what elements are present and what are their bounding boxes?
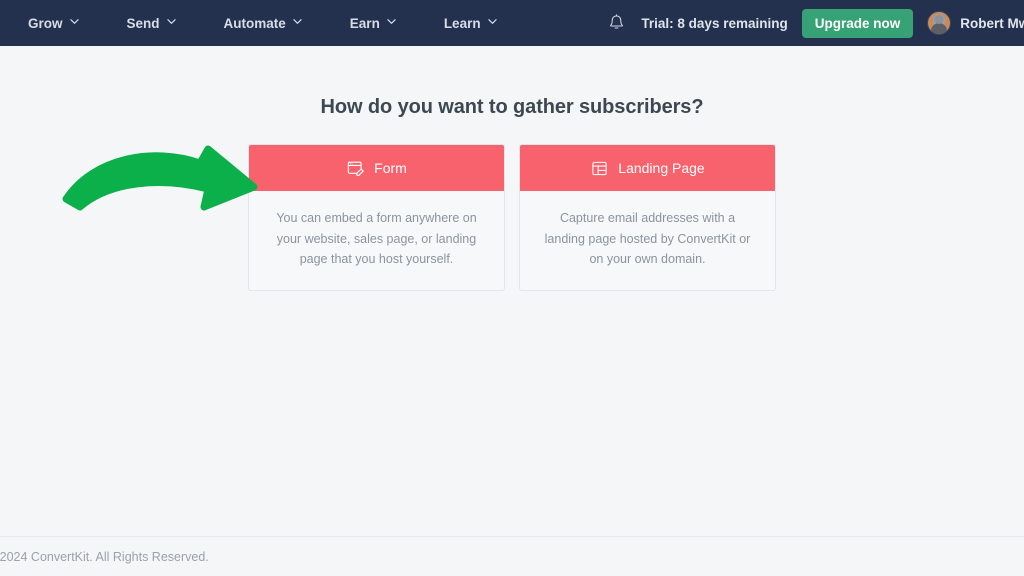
top-navigation-bar: Grow Send Automate Earn Learn Trial: 8 d… xyxy=(0,0,1024,46)
trial-status-text: Trial: 8 days remaining xyxy=(641,15,788,31)
subscriber-method-options: Form You can embed a form anywhere on yo… xyxy=(0,144,1024,291)
chevron-down-icon xyxy=(166,17,176,26)
avatar xyxy=(927,11,952,35)
page-title: How do you want to gather subscribers? xyxy=(320,96,704,118)
option-card-form-description: You can embed a form anywhere on your we… xyxy=(276,211,477,267)
nav-item-label: Grow xyxy=(28,15,63,31)
nav-item-label: Automate xyxy=(223,15,286,31)
nav-item-label: Send xyxy=(126,15,160,31)
form-window-pencil-icon xyxy=(346,159,365,178)
option-card-form[interactable]: Form You can embed a form anywhere on yo… xyxy=(248,144,505,291)
primary-nav-menu: Grow Send Automate Earn Learn xyxy=(0,16,497,31)
option-card-landing-page-header[interactable]: Landing Page xyxy=(520,145,775,191)
option-card-landing-page-description: Capture email addresses with a landing p… xyxy=(544,211,751,267)
nav-item-learn[interactable]: Learn xyxy=(444,16,497,31)
nav-item-label: Earn xyxy=(349,15,380,31)
chevron-down-icon xyxy=(487,17,497,26)
user-menu[interactable]: Robert Mwar xyxy=(927,11,1024,35)
main-content: How do you want to gather subscribers? F… xyxy=(0,46,1024,536)
option-card-form-title: Form xyxy=(374,160,407,176)
chevron-down-icon xyxy=(293,17,302,26)
nav-item-label: Learn xyxy=(443,15,481,31)
option-card-landing-page[interactable]: Landing Page Capture email addresses wit… xyxy=(519,144,776,291)
nav-item-automate[interactable]: Automate xyxy=(224,16,302,31)
upgrade-now-button[interactable]: Upgrade now xyxy=(801,8,914,38)
user-name-label: Robert Mwar xyxy=(960,15,1024,31)
page-footer: - 2024 ConvertKit. All Rights Reserved. xyxy=(0,536,1024,576)
copyright-text: - 2024 ConvertKit. All Rights Reserved. xyxy=(0,549,209,564)
bell-icon[interactable] xyxy=(605,12,627,34)
chevron-down-icon xyxy=(387,17,396,26)
nav-right-group: Trial: 8 days remaining Upgrade now Robe… xyxy=(605,8,1024,38)
nav-item-grow[interactable]: Grow xyxy=(28,16,79,31)
landing-page-layout-icon xyxy=(590,159,609,178)
option-card-form-header[interactable]: Form xyxy=(249,145,504,191)
chevron-down-icon xyxy=(69,17,79,26)
option-card-landing-page-title: Landing Page xyxy=(618,160,705,176)
nav-item-send[interactable]: Send xyxy=(127,16,176,31)
nav-item-earn[interactable]: Earn xyxy=(350,16,396,31)
